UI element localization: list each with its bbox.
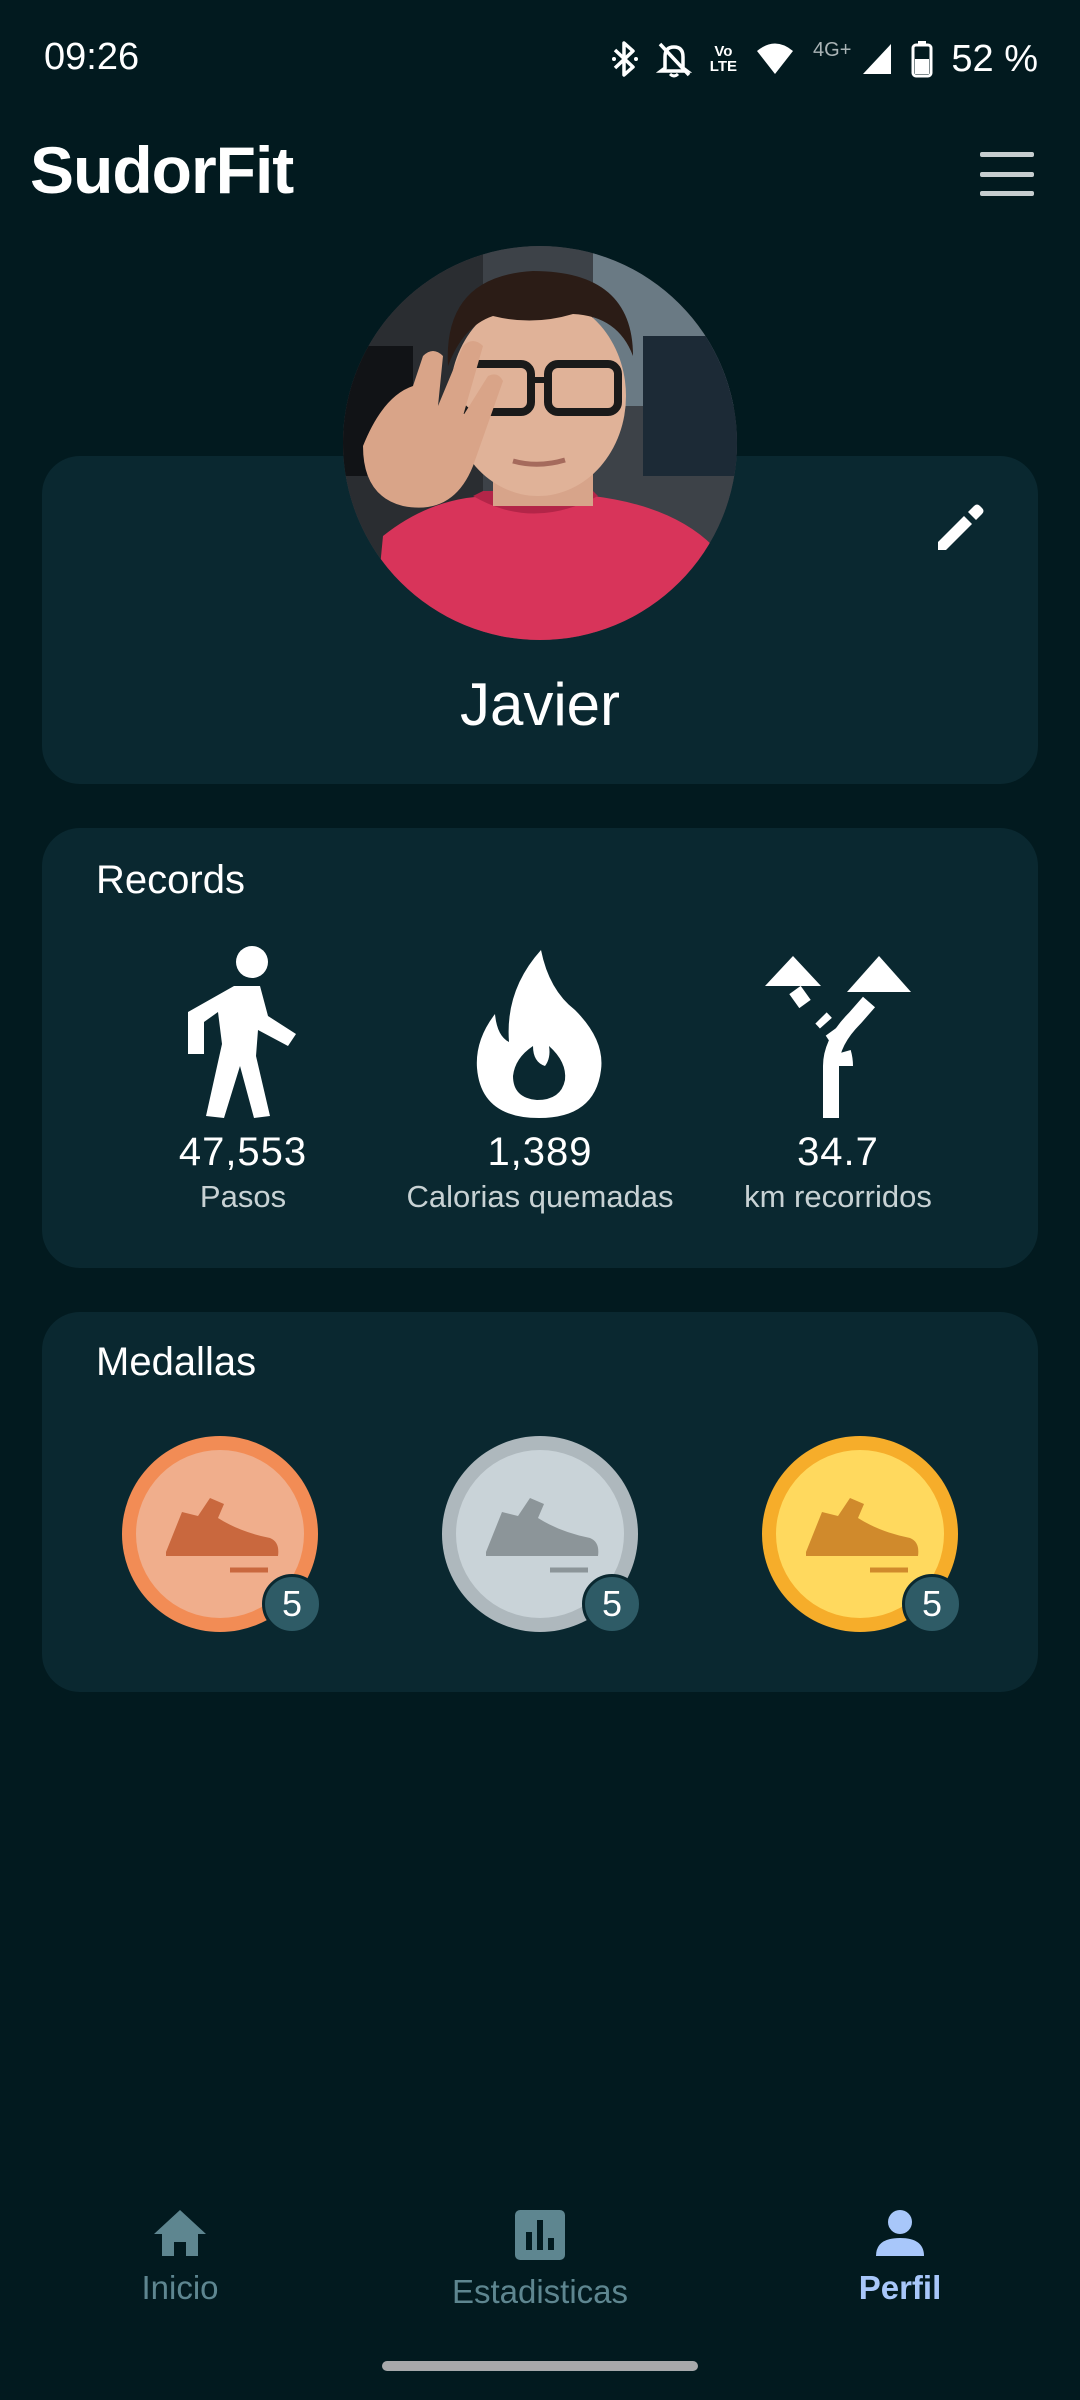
steps-value: 47,553 — [178, 1130, 308, 1174]
records-title: Records — [96, 858, 245, 902]
status-time: 09:26 — [44, 36, 140, 78]
hamburger-menu-icon[interactable] — [972, 146, 1042, 202]
battery-level: 52 % — [951, 37, 1038, 80]
pencil-icon — [938, 504, 984, 550]
menu-line — [980, 152, 1034, 157]
record-distance: 34.7 km recorridos — [678, 938, 998, 1215]
distance-value: 34.7 — [797, 1130, 879, 1174]
medal-silver[interactable]: 5 — [440, 1434, 642, 1634]
menu-line — [980, 191, 1034, 196]
home-indicator[interactable] — [382, 2361, 698, 2371]
medals-card: Medallas 5 5 5 — [42, 1312, 1038, 1692]
medal-count-badge: 5 — [582, 1574, 642, 1634]
steps-label: Pasos — [199, 1179, 287, 1214]
medals-title: Medallas — [96, 1340, 257, 1384]
medal-gold[interactable]: 5 — [760, 1434, 962, 1634]
bottom-navigation: Inicio Estadisticas Perfil — [0, 2190, 1080, 2330]
avatar[interactable] — [343, 246, 737, 640]
medal-count-badge: 5 — [262, 1574, 322, 1634]
menu-line — [980, 171, 1034, 177]
nav-item-perfil[interactable]: Perfil — [750, 2210, 1050, 2307]
status-bar: 09:26 Vo LTE 4G+ 52 % — [0, 0, 1080, 118]
profile-screen: 09:26 Vo LTE 4G+ 52 % SudorFit Javier Re… — [0, 0, 1080, 2400]
volte-top-text: Vo — [714, 43, 733, 60]
nav-item-estadisticas[interactable]: Estadisticas — [390, 2210, 690, 2311]
home-icon — [154, 2210, 206, 2256]
edit-profile-button[interactable] — [932, 500, 988, 560]
avatar-photo — [343, 246, 737, 640]
medal-count-badge: 5 — [902, 1574, 962, 1634]
flame-icon — [380, 938, 700, 1118]
battery-icon — [911, 40, 933, 78]
calories-label: Calorias quemadas — [406, 1179, 674, 1214]
volte-icon: Vo LTE — [710, 44, 737, 74]
walking-person-icon — [83, 938, 403, 1118]
bluetooth-icon — [611, 39, 638, 79]
person-icon — [876, 2210, 924, 2256]
nav-label-perfil: Perfil — [858, 2269, 942, 2306]
fork-arrows-icon — [678, 938, 998, 1118]
nav-label-estadisticas: Estadisticas — [451, 2273, 629, 2310]
records-card: Records 47,553 Pasos 1,389 Calorias quem… — [42, 828, 1038, 1268]
medal-bronze[interactable]: 5 — [120, 1434, 322, 1634]
network-type: 4G+ — [813, 38, 852, 61]
nav-label-inicio: Inicio — [141, 2269, 219, 2306]
bar-chart-icon — [515, 2210, 565, 2260]
volte-bottom-text: LTE — [709, 58, 738, 75]
profile-name: Javier — [459, 671, 621, 738]
do-not-disturb-icon — [655, 40, 692, 78]
app-title: SudorFit — [30, 133, 294, 207]
nav-item-inicio[interactable]: Inicio — [30, 2210, 330, 2307]
status-icons: Vo LTE 4G+ 52 % — [611, 34, 1038, 84]
record-calories: 1,389 Calorias quemadas — [380, 938, 700, 1215]
distance-label: km recorridos — [744, 1179, 932, 1214]
wifi-icon — [755, 42, 795, 76]
signal-icon — [861, 42, 893, 76]
calories-value: 1,389 — [487, 1130, 593, 1174]
record-steps: 47,553 Pasos — [83, 938, 403, 1215]
